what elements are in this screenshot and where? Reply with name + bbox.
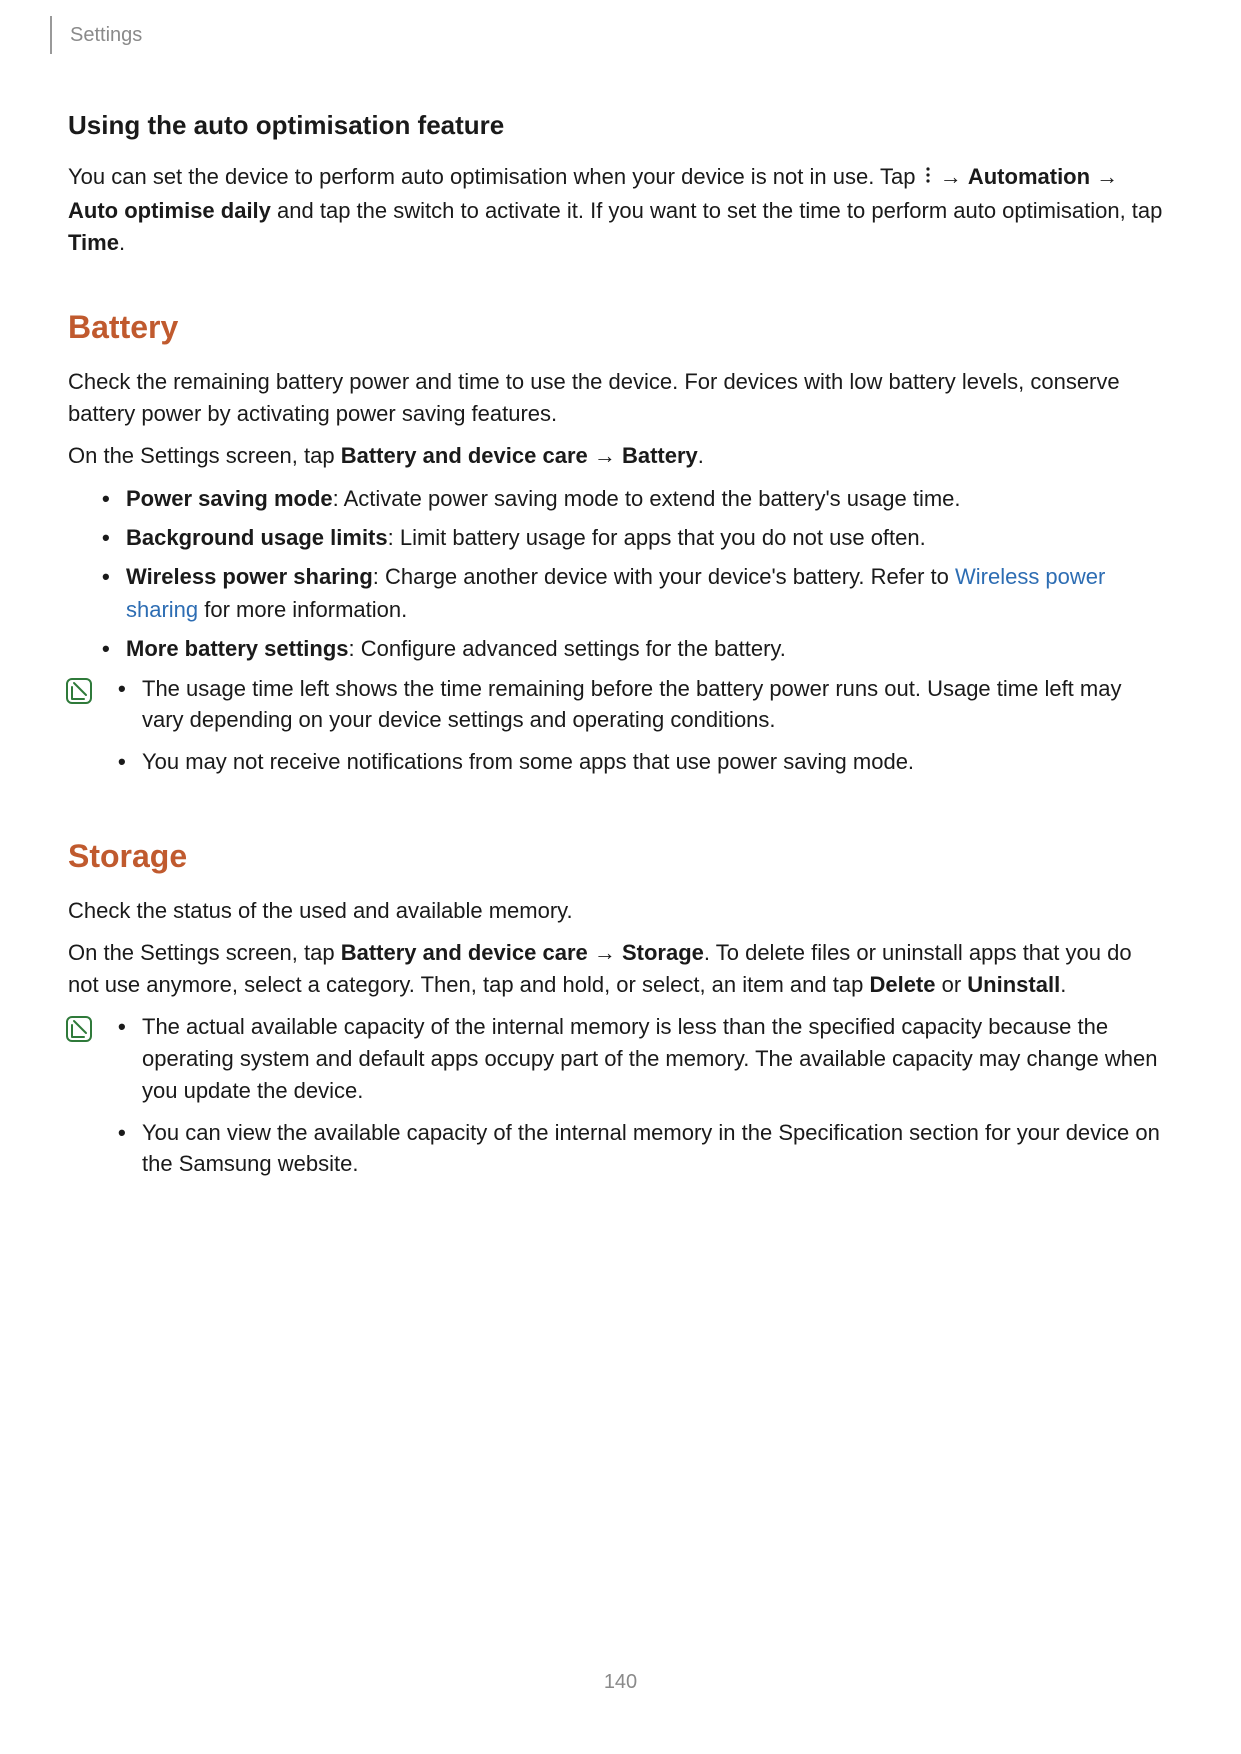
breadcrumb: Settings	[70, 24, 142, 47]
battery-tap-path: On the Settings screen, tap Battery and …	[68, 440, 1168, 472]
page-content: Using the auto optimisation feature You …	[68, 110, 1168, 1190]
text-bold: Auto optimise daily	[68, 198, 271, 223]
header-bar: Settings	[50, 16, 142, 54]
text-fragment: : Activate power saving mode to extend t…	[333, 486, 961, 511]
list-item: The usage time left shows the time remai…	[114, 673, 1168, 737]
note-icon	[64, 1014, 94, 1044]
arrow-icon: →	[588, 940, 622, 965]
text-bold: Automation	[968, 164, 1090, 189]
storage-note-list: The actual available capacity of the int…	[114, 1011, 1168, 1190]
text-fragment: .	[119, 230, 125, 255]
text-fragment: : Configure advanced settings for the ba…	[349, 636, 786, 661]
text-bold: Storage	[622, 940, 704, 965]
text-fragment: On the Settings screen, tap	[68, 940, 341, 965]
text-fragment: : Charge another device with your device…	[373, 564, 955, 589]
battery-intro: Check the remaining battery power and ti…	[68, 366, 1168, 430]
text-fragment: .	[698, 443, 704, 468]
list-item: More battery settings: Configure advance…	[98, 632, 1168, 665]
battery-heading: Battery	[68, 309, 1168, 346]
page-number: 140	[0, 1671, 1241, 1694]
text-bold: Delete	[869, 972, 935, 997]
text-bold: Uninstall	[967, 972, 1060, 997]
text-fragment: On the Settings screen, tap	[68, 443, 341, 468]
text-bold: Wireless power sharing	[126, 564, 373, 589]
auto-optimisation-paragraph: You can set the device to perform auto o…	[68, 161, 1168, 259]
text-fragment: or	[936, 972, 968, 997]
list-item: Background usage limits: Limit battery u…	[98, 521, 1168, 554]
text-bold: Battery	[622, 443, 698, 468]
storage-intro: Check the status of the used and availab…	[68, 895, 1168, 927]
text-bold: Power saving mode	[126, 486, 333, 511]
text-fragment: and tap the switch to activate it. If yo…	[271, 198, 1162, 223]
battery-note-block: The usage time left shows the time remai…	[68, 673, 1168, 789]
text-bold: Battery and device care	[341, 443, 588, 468]
text-bold: Background usage limits	[126, 525, 388, 550]
arrow-icon: →	[1090, 164, 1118, 189]
storage-tap-path: On the Settings screen, tap Battery and …	[68, 937, 1168, 1001]
text-fragment: .	[1060, 972, 1066, 997]
arrow-icon: →	[934, 164, 968, 189]
list-item: You can view the available capacity of t…	[114, 1117, 1168, 1181]
list-item: You may not receive notifications from s…	[114, 746, 1168, 778]
list-item: Wireless power sharing: Charge another d…	[98, 560, 1168, 626]
text-bold: More battery settings	[126, 636, 349, 661]
note-icon	[64, 676, 94, 706]
battery-note-list: The usage time left shows the time remai…	[114, 673, 1168, 789]
text-fragment: for more information.	[198, 597, 407, 622]
more-options-icon	[924, 161, 932, 193]
text-fragment: : Limit battery usage for apps that you …	[388, 525, 926, 550]
text-fragment: You can set the device to perform auto o…	[68, 164, 922, 189]
text-bold: Time	[68, 230, 119, 255]
list-item: Power saving mode: Activate power saving…	[98, 482, 1168, 515]
battery-bullet-list: Power saving mode: Activate power saving…	[98, 482, 1168, 665]
text-bold: Battery and device care	[341, 940, 588, 965]
storage-note-block: The actual available capacity of the int…	[68, 1011, 1168, 1190]
arrow-icon: →	[588, 443, 622, 468]
auto-optimisation-heading: Using the auto optimisation feature	[68, 110, 1168, 141]
list-item: The actual available capacity of the int…	[114, 1011, 1168, 1107]
storage-heading: Storage	[68, 838, 1168, 875]
